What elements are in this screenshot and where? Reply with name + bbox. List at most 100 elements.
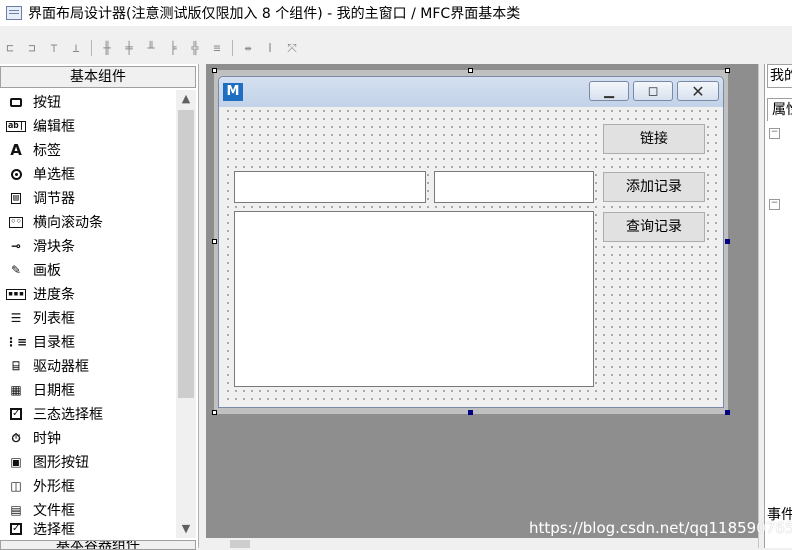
list-item[interactable]: ⏱ 时钟 [0, 426, 176, 450]
button-icon [8, 94, 24, 110]
list-item[interactable]: ⊸ 滑块条 [0, 234, 176, 258]
toolbar-separator [91, 40, 92, 56]
slider-icon: ⊸ [10, 239, 22, 253]
progressbar-icon: ▪▪▪ [5, 288, 27, 300]
panel-header[interactable]: 基本组件 [0, 66, 196, 88]
list-item[interactable]: ▤ 文件框 [0, 498, 176, 522]
same-width-icon[interactable]: ╬ [185, 38, 205, 58]
align-top-icon[interactable]: ⊤ [44, 38, 64, 58]
list-box[interactable] [234, 211, 594, 387]
window-title: 界面布局设计器(注意测试版仅限加入 8 个组件) - 我的主窗口 / MFC界面… [28, 6, 521, 22]
component-label: 标签 [33, 143, 61, 159]
component-panel: 基本组件 按钮 ab| 编辑框 A 标签 单选框 ▤ 调节器 ◦◦ 横向滚动条 ⊸ 滑块条… [0, 64, 199, 550]
component-label: 编辑框 [33, 119, 75, 135]
watermark: https://blog.csdn.net/qq1185907650 [529, 519, 792, 537]
component-label: 选择框 [33, 522, 75, 536]
shape-icon: ◫ [10, 479, 22, 493]
chevron-up-icon[interactable]: ▲ [176, 90, 196, 108]
same-height-icon[interactable]: ≡ [207, 38, 227, 58]
canvas-horizontal-scrollbar[interactable] [206, 538, 758, 548]
resize-handle[interactable] [212, 239, 217, 244]
space-h-icon[interactable]: ⇹ [238, 38, 258, 58]
edit-field-2[interactable] [434, 171, 594, 203]
align-left-icon[interactable]: ⊏ [0, 38, 20, 58]
component-label: 日期框 [33, 383, 75, 399]
property-tree: − − [769, 124, 780, 210]
list-item[interactable]: ◦◦ 横向滚动条 [0, 210, 176, 234]
edit-field-1[interactable] [234, 171, 426, 203]
align-bottom-icon[interactable]: ⊥ [66, 38, 86, 58]
editbox-icon: ab| [5, 120, 27, 132]
list-item[interactable]: ab| 编辑框 [0, 114, 176, 138]
scrollbar-thumb[interactable] [178, 110, 194, 398]
component-list: 按钮 ab| 编辑框 A 标签 单选框 ▤ 调节器 ◦◦ 横向滚动条 ⊸ 滑块条 ✎ 画板 … [0, 90, 176, 536]
label-icon: A [10, 141, 22, 159]
drivebox-icon: ⌸ [12, 358, 20, 373]
dirbox-icon: ⋮≡ [4, 335, 28, 349]
list-item[interactable]: ✓ 三态选择框 [0, 402, 176, 426]
app-icon [6, 6, 22, 20]
distribute-v-icon[interactable]: ╞ [163, 38, 183, 58]
component-label: 按钮 [33, 95, 61, 111]
align-center-h-icon[interactable]: ╫ [97, 38, 117, 58]
list-item[interactable]: ▣ 图形按钮 [0, 450, 176, 474]
form-app-icon: M [223, 83, 243, 101]
component-label: 图形按钮 [33, 455, 89, 471]
tab-properties[interactable]: 属性 [767, 98, 792, 121]
list-item[interactable]: 单选框 [0, 162, 176, 186]
object-selector[interactable]: 我的 [767, 64, 792, 88]
scrollbar-thumb[interactable] [230, 540, 250, 548]
list-item[interactable]: ▤ 调节器 [0, 186, 176, 210]
align-center-v-icon[interactable]: ╪ [119, 38, 139, 58]
chevron-down-icon[interactable]: ▼ [176, 520, 196, 538]
list-item[interactable]: ⌸ 驱动器框 [0, 354, 176, 378]
listbox-icon: ☰ [10, 311, 22, 325]
query-record-button[interactable]: 查询记录 [603, 212, 705, 242]
filebox-icon: ▤ [10, 503, 22, 517]
component-label: 横向滚动条 [33, 215, 103, 231]
component-label: 时钟 [33, 431, 61, 447]
component-label: 滑块条 [33, 239, 75, 255]
maximize-button[interactable]: ◻ [633, 81, 673, 101]
component-list-scrollbar[interactable]: ▲ ▼ [176, 90, 196, 538]
space-v-icon[interactable]: Ⅰ [260, 38, 280, 58]
clock-icon: ⏱ [11, 430, 21, 445]
connect-button[interactable]: 链接 [603, 124, 705, 154]
list-item[interactable]: ✎ 画板 [0, 258, 176, 282]
container-components-tab[interactable]: 基本容器组件 [0, 540, 196, 550]
component-label: 画板 [33, 263, 61, 279]
component-label: 列表框 [33, 311, 75, 327]
image-button-icon: ▣ [10, 455, 22, 469]
resize-handle[interactable] [725, 68, 730, 73]
resize-handle[interactable] [468, 68, 473, 73]
list-item[interactable]: ▪▪▪ 进度条 [0, 282, 176, 306]
list-item[interactable]: A 标签 [0, 138, 176, 162]
canvas-icon: ✎ [10, 263, 22, 277]
close-button[interactable]: ✕ [677, 81, 719, 101]
datebox-icon: ▦ [10, 383, 22, 397]
resize-handle[interactable] [468, 410, 473, 415]
form-titlebar[interactable]: M ▁ ◻ ✕ [219, 77, 723, 107]
checkbox-icon: ✓ [10, 523, 22, 535]
list-item[interactable]: 按钮 [0, 90, 176, 114]
list-item[interactable]: ⋮≡ 目录框 [0, 330, 176, 354]
component-label: 目录框 [33, 335, 75, 351]
fit-icon[interactable]: ⤧ [282, 38, 302, 58]
align-right-icon[interactable]: ⊐ [22, 38, 42, 58]
resize-handle[interactable] [725, 410, 730, 415]
component-label: 文件框 [33, 503, 75, 519]
component-label: 驱动器框 [33, 359, 89, 375]
resize-handle[interactable] [725, 239, 730, 244]
distribute-h-icon[interactable]: ╨ [141, 38, 161, 58]
list-item[interactable]: ☰ 列表框 [0, 306, 176, 330]
list-item[interactable]: ▦ 日期框 [0, 378, 176, 402]
resize-handle[interactable] [212, 410, 217, 415]
expand-icon[interactable]: − [769, 199, 780, 210]
list-item[interactable]: ✓ 选择框 [0, 522, 176, 536]
resize-handle[interactable] [212, 68, 217, 73]
list-item[interactable]: ◫ 外形框 [0, 474, 176, 498]
minimize-button[interactable]: ▁ [589, 81, 629, 101]
add-record-button[interactable]: 添加记录 [603, 172, 705, 202]
expand-icon[interactable]: − [769, 128, 780, 139]
hscrollbar-icon: ◦◦ [8, 216, 24, 228]
